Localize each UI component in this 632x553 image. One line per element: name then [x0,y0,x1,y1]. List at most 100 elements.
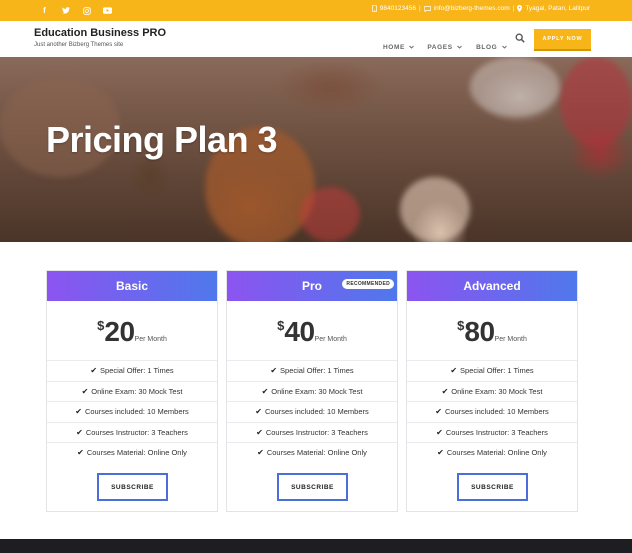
divider: | [512,5,515,12]
currency-symbol: $ [97,318,105,333]
check-icon: ✔ [261,386,269,396]
currency-symbol: $ [457,318,465,333]
chevron-down-icon [457,45,462,49]
card-header: Pro RECOMMENDED [227,271,397,301]
price-amount: 20 [104,316,135,347]
map-pin-icon [517,5,523,12]
plan-price: $40Per Month [227,316,397,350]
plan-price: $20Per Month [47,316,217,350]
subscribe-button[interactable]: SUBSCRIBE [277,473,348,501]
currency-symbol: $ [277,318,285,333]
apply-now-button[interactable]: APPLY NOW [534,29,591,49]
check-icon: ✔ [436,427,443,437]
check-icon: ✔ [90,366,98,376]
chevron-down-icon [409,45,415,49]
check-icon: ✔ [256,427,263,437]
feature-label: Courses Material: Online Only [86,448,187,458]
check-icon: ✔ [76,427,83,437]
feature-label: Courses Instructor: 3 Teachers [265,427,368,437]
check-icon: ✔ [450,366,458,376]
feature-label: Courses included: 10 Members [84,407,189,417]
hero-image-blur [400,177,470,242]
plan-price: $80Per Month [407,316,577,350]
feature-label: Courses Material: Online Only [446,448,547,458]
subscribe-button[interactable]: SUBSCRIBE [97,473,168,501]
feature-list: ✔ Special Offer: 1 Times ✔ Online Exam: 30… [47,360,217,463]
price-amount: 80 [464,316,495,347]
price-period: Per Month [494,336,527,343]
feature-label: Online Exam: 30 Mock Test [91,386,183,396]
twitter-icon[interactable] [55,3,76,18]
top-bar: f 9840123456 | info@bizberg-themes.com |… [0,0,632,21]
feature-label: Special Offer: 1 Times [460,366,534,376]
check-icon: ✔ [270,366,278,376]
nav-item-pages[interactable]: PAGES [427,36,462,54]
contact-email[interactable]: info@bizberg-themes.com [434,5,510,12]
feature-item: ✔ Online Exam: 30 Mock Test [407,380,577,402]
hero-image-blur [560,57,632,147]
nav-label: PAGES [427,44,453,51]
nav-label: BLOG [476,44,498,51]
price-period: Per Month [134,336,167,343]
page-title: Pricing Plan 3 [46,119,278,160]
feature-item: ✔ Special Offer: 1 Times [47,360,217,381]
site-tagline: Just another Bizberg Themes site [34,42,124,48]
hero-image-blur [300,187,360,242]
chevron-down-icon [501,45,507,49]
feature-label: Courses Material: Online Only [266,448,367,458]
chat-icon [423,5,431,12]
main-nav: HOME PAGES BLOG [383,36,507,54]
feature-label: Online Exam: 30 Mock Test [451,386,543,396]
price-amount: 40 [284,316,315,347]
subscribe-button[interactable]: SUBSCRIBE [457,473,528,501]
feature-item: ✔ Online Exam: 30 Mock Test [227,380,397,402]
card-header: Basic [47,271,217,301]
pricing-card-pro: Pro RECOMMENDED $40Per Month ✔ Special Of… [226,270,398,512]
feature-item: ✔ Courses Instructor: 3 Teachers [227,421,397,443]
feature-item: ✔ Courses Material: Online Only [407,442,577,463]
recommended-badge: RECOMMENDED [342,279,394,289]
feature-list: ✔ Special Offer: 1 Times ✔ Online Exam: 30… [407,360,577,463]
feature-item: ✔ Special Offer: 1 Times [227,360,397,381]
social-links: f [34,3,118,18]
feature-label: Courses Instructor: 3 Teachers [445,427,548,437]
nav-label: HOME [383,44,405,51]
youtube-icon[interactable] [97,3,118,18]
hero-image-blur [470,57,560,117]
check-icon: ✔ [435,407,442,417]
phone-icon [371,5,377,12]
check-icon: ✔ [255,407,262,417]
feature-label: Special Offer: 1 Times [280,366,354,376]
facebook-icon[interactable]: f [34,3,55,18]
contact-phone: 9840123456 [379,5,416,12]
price-period: Per Month [314,336,347,343]
pricing-card-basic: Basic $20Per Month ✔ Special Offer: 1 Tim… [46,270,218,512]
plan-name: Pro [301,279,322,293]
instagram-icon[interactable] [76,3,97,18]
feature-item: ✔ Courses included: 10 Members [47,401,217,422]
search-icon[interactable] [515,33,525,43]
nav-item-blog[interactable]: BLOG [476,36,507,54]
contact-address: Tyagal, Patan, Lalitpur [525,5,590,12]
plan-name: Basic [115,279,149,293]
site-title[interactable]: Education Business PRO [34,27,166,39]
check-icon: ✔ [77,448,84,458]
plan-name: Advanced [463,279,521,293]
feature-item: ✔ Special Offer: 1 Times [407,360,577,381]
feature-label: Online Exam: 30 Mock Test [271,386,363,396]
check-icon: ✔ [441,386,449,396]
card-header: Advanced [407,271,577,301]
feature-list: ✔ Special Offer: 1 Times ✔ Online Exam: 30… [227,360,397,463]
feature-item: ✔ Online Exam: 30 Mock Test [47,380,217,402]
pricing-card-advanced: Advanced $80Per Month ✔ Special Offer: 1 … [406,270,578,512]
feature-item: ✔ Courses included: 10 Members [227,401,397,422]
feature-item: ✔ Courses included: 10 Members [407,401,577,422]
feature-label: Special Offer: 1 Times [100,366,174,376]
check-icon: ✔ [75,407,82,417]
feature-item: ✔ Courses Material: Online Only [47,442,217,463]
footer [0,539,632,553]
feature-label: Courses included: 10 Members [444,407,549,417]
divider: | [418,5,421,12]
nav-item-home[interactable]: HOME [383,36,415,54]
check-icon: ✔ [437,448,444,458]
